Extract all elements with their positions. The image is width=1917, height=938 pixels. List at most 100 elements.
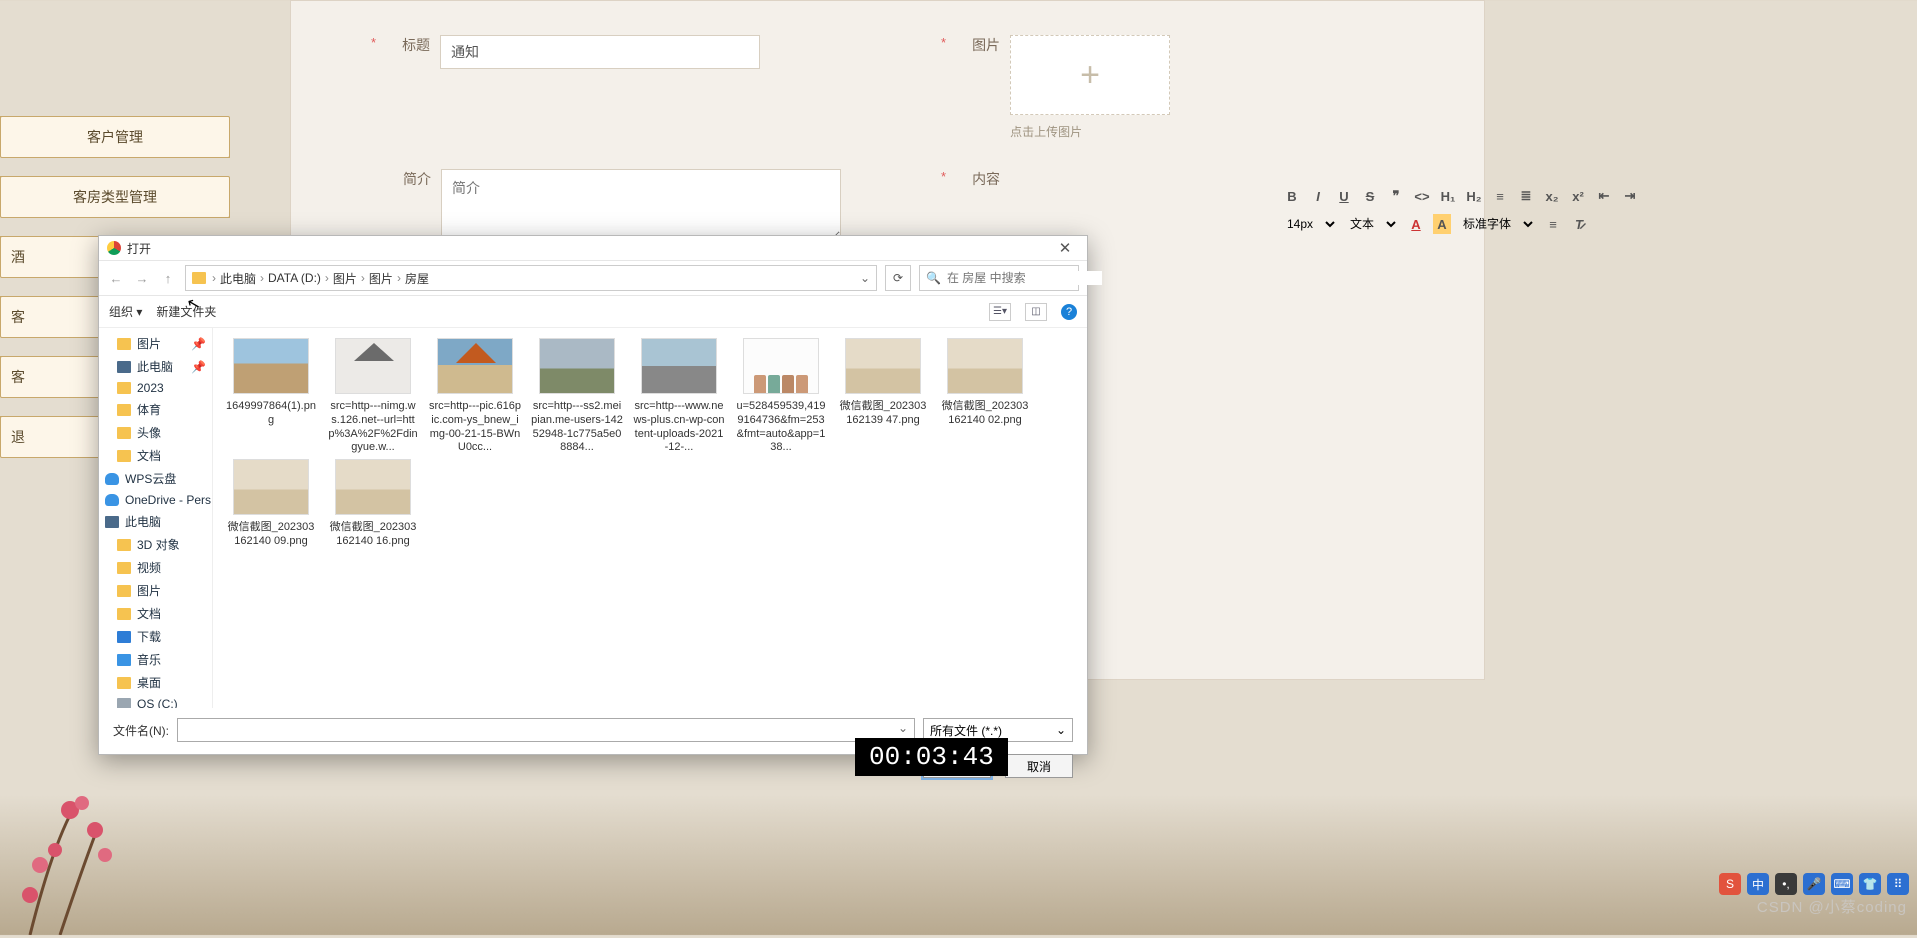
folder-icon bbox=[117, 404, 131, 416]
up-icon[interactable]: ↑ bbox=[159, 271, 177, 286]
ime-button[interactable]: S bbox=[1719, 873, 1741, 895]
filename-input[interactable] bbox=[184, 719, 908, 741]
file-name: src=http---nimg.ws.126.net--url=http%3A%… bbox=[327, 400, 419, 455]
tree-item-label: 2023 bbox=[137, 381, 164, 395]
tree-item-label: 桌面 bbox=[137, 674, 161, 691]
cancel-button[interactable]: 取消 bbox=[1005, 754, 1073, 778]
tree-item[interactable]: 此电脑 bbox=[99, 510, 212, 533]
music-icon bbox=[117, 654, 131, 666]
tree-item-label: 头像 bbox=[137, 424, 161, 441]
ime-button[interactable]: •, bbox=[1775, 873, 1797, 895]
intro-textarea[interactable] bbox=[441, 169, 841, 241]
indent-inc-icon[interactable]: ⇥ bbox=[1621, 186, 1639, 206]
filename-label: 文件名(N): bbox=[113, 722, 169, 739]
list-ol-icon[interactable]: ≡ bbox=[1491, 186, 1509, 206]
file-item[interactable]: 微信截图_202303162140 16.png bbox=[327, 459, 419, 549]
clear-format-icon[interactable]: T̷ bbox=[1570, 214, 1588, 234]
code-icon[interactable]: <> bbox=[1413, 186, 1431, 206]
tree-item[interactable]: 文档 bbox=[99, 444, 212, 467]
list-ul-icon[interactable]: ≣ bbox=[1517, 186, 1535, 206]
breadcrumb-item[interactable]: DATA (D:) bbox=[268, 271, 321, 285]
tree-item[interactable]: 头像 bbox=[99, 421, 212, 444]
back-icon[interactable]: ← bbox=[107, 271, 125, 286]
superscript-icon[interactable]: x² bbox=[1569, 186, 1587, 206]
file-name: 微信截图_202303162139 47.png bbox=[837, 400, 929, 428]
dialog-title: 打开 bbox=[127, 240, 1051, 257]
organize-menu[interactable]: 组织 ▾ bbox=[109, 303, 142, 320]
tree-item[interactable]: OS (C:) bbox=[99, 694, 212, 708]
tree-item[interactable]: 3D 对象 bbox=[99, 533, 212, 556]
tree-item[interactable]: 图片📌 bbox=[99, 332, 212, 355]
file-name: u=528459539,4199164736&fm=253&fmt=auto&a… bbox=[735, 400, 827, 455]
breadcrumb-item[interactable]: 房屋 bbox=[405, 270, 429, 287]
sidebar-item-customer[interactable]: 客户管理 bbox=[0, 116, 230, 158]
sidebar-item-roomtype[interactable]: 客房类型管理 bbox=[0, 176, 230, 218]
h1-icon[interactable]: H₁ bbox=[1439, 186, 1457, 206]
strike-icon[interactable]: S bbox=[1361, 186, 1379, 206]
help-icon[interactable]: ? bbox=[1061, 304, 1077, 320]
tree-item[interactable]: 图片 bbox=[99, 579, 212, 602]
breadcrumb-item[interactable]: 图片 bbox=[333, 270, 357, 287]
forward-icon[interactable]: → bbox=[133, 271, 151, 286]
font-family-select[interactable]: 标准字体 bbox=[1459, 214, 1536, 234]
refresh-icon[interactable]: ⟳ bbox=[885, 265, 911, 291]
subscript-icon[interactable]: x₂ bbox=[1543, 186, 1561, 206]
view-mode-button[interactable]: ☰▾ bbox=[989, 303, 1011, 321]
close-icon[interactable]: ✕ bbox=[1051, 239, 1079, 257]
image-upload-box[interactable]: + bbox=[1010, 35, 1170, 115]
ime-button[interactable]: 🎤 bbox=[1803, 873, 1825, 895]
quote-icon[interactable]: ❞ bbox=[1387, 186, 1405, 206]
file-thumbnail bbox=[335, 459, 411, 515]
ime-button[interactable]: 👕 bbox=[1859, 873, 1881, 895]
file-item[interactable]: src=http---pic.616pic.com-ys_bnew_img-00… bbox=[429, 338, 521, 455]
tree-item[interactable]: 下载 bbox=[99, 625, 212, 648]
bold-icon[interactable]: B bbox=[1283, 186, 1301, 206]
tree-item[interactable]: OneDrive - Pers bbox=[99, 490, 212, 510]
file-item[interactable]: 微信截图_202303162140 02.png bbox=[939, 338, 1031, 455]
breadcrumb-item[interactable]: 图片 bbox=[369, 270, 393, 287]
file-item[interactable]: 微信截图_202303162140 09.png bbox=[225, 459, 317, 549]
dialog-toolbar: 组织 ▾ 新建文件夹 ☰▾ ◫ ? bbox=[99, 296, 1087, 328]
ime-button[interactable]: ⠿ bbox=[1887, 873, 1909, 895]
breadcrumb-item[interactable]: 此电脑 bbox=[220, 270, 256, 287]
font-color-icon[interactable]: A bbox=[1407, 214, 1425, 234]
ime-taskbar: S中 •, 🎤 ⌨ 👕 ⠿ bbox=[1719, 873, 1909, 895]
tree-item[interactable]: 音乐 bbox=[99, 648, 212, 671]
tree-item[interactable]: 此电脑📌 bbox=[99, 355, 212, 378]
indent-dec-icon[interactable]: ⇤ bbox=[1595, 186, 1613, 206]
text-style-select[interactable]: 文本 bbox=[1346, 214, 1399, 234]
ime-button[interactable]: ⌨ bbox=[1831, 873, 1853, 895]
tree-item[interactable]: 视频 bbox=[99, 556, 212, 579]
address-bar[interactable]: › 此电脑› DATA (D:)› 图片› 图片› 房屋 ⌄ bbox=[185, 265, 877, 291]
tree-item[interactable]: 体育 bbox=[99, 398, 212, 421]
bg-color-icon[interactable]: A bbox=[1433, 214, 1451, 234]
search-box[interactable]: 🔍 bbox=[919, 265, 1079, 291]
h2-icon[interactable]: H₂ bbox=[1465, 186, 1483, 206]
filename-input-wrap bbox=[177, 718, 915, 742]
new-folder-button[interactable]: 新建文件夹 bbox=[156, 303, 216, 320]
tree-item[interactable]: 桌面 bbox=[99, 671, 212, 694]
align-icon[interactable]: ≡ bbox=[1544, 214, 1562, 234]
file-item[interactable]: 微信截图_202303162139 47.png bbox=[837, 338, 929, 455]
upload-hint: 点击上传图片 bbox=[1010, 123, 1170, 140]
font-size-select[interactable]: 14px bbox=[1283, 214, 1338, 234]
search-icon: 🔍 bbox=[926, 271, 941, 285]
file-item[interactable]: src=http---ss2.meipian.me-users-14252948… bbox=[531, 338, 623, 455]
tree-item[interactable]: 2023 bbox=[99, 378, 212, 398]
file-item[interactable]: 1649997864(1).png bbox=[225, 338, 317, 455]
title-input[interactable] bbox=[440, 35, 760, 69]
ime-button[interactable]: 中 bbox=[1747, 873, 1769, 895]
file-item[interactable]: src=http---www.news-plus.cn-wp-content-u… bbox=[633, 338, 725, 455]
search-input[interactable] bbox=[947, 271, 1102, 285]
tree-item[interactable]: 文档 bbox=[99, 602, 212, 625]
sidebar-item-label: 客户管理 bbox=[87, 127, 143, 147]
plus-icon: + bbox=[1080, 56, 1100, 95]
file-item[interactable]: u=528459539,4199164736&fm=253&fmt=auto&a… bbox=[735, 338, 827, 455]
italic-icon[interactable]: I bbox=[1309, 186, 1327, 206]
chevron-down-icon[interactable]: ⌄ bbox=[860, 271, 870, 285]
preview-pane-button[interactable]: ◫ bbox=[1025, 303, 1047, 321]
underline-icon[interactable]: U bbox=[1335, 186, 1353, 206]
cloud-icon bbox=[105, 494, 119, 506]
tree-item[interactable]: WPS云盘 bbox=[99, 467, 212, 490]
file-item[interactable]: src=http---nimg.ws.126.net--url=http%3A%… bbox=[327, 338, 419, 455]
